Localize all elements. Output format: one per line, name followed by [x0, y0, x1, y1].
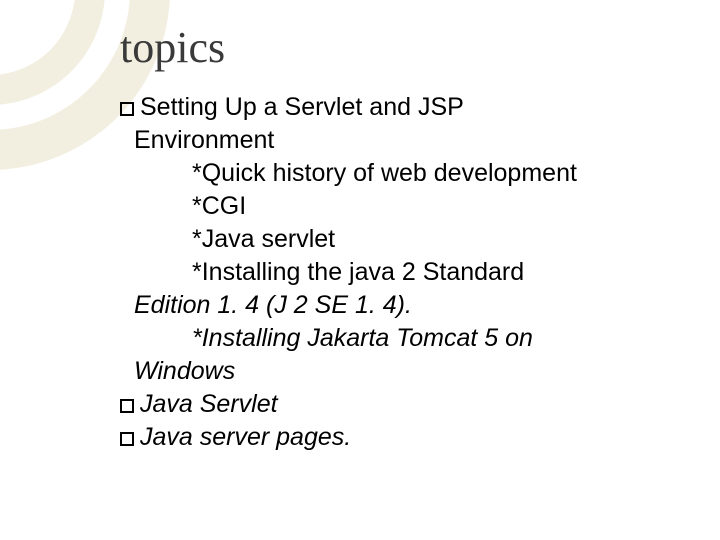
topic1-sub4b: Edition 1. 4 (J 2 SE 1. 4).: [120, 289, 670, 322]
topic1-heading-part1: Setting Up a Servlet and JSP: [140, 93, 464, 121]
topic3-text: Java server pages.: [140, 423, 351, 451]
slide-title: topics: [120, 22, 670, 73]
topic2-text: Java Servlet: [140, 390, 278, 418]
topic1-heading-part2: Environment: [120, 124, 670, 157]
bullet-box-icon: [120, 432, 134, 446]
slide-body: Setting Up a Servlet and JSP Environment…: [120, 91, 670, 454]
bullet-box-icon: [120, 102, 134, 116]
bullet-box-icon: [120, 399, 134, 413]
topic1-line1: Setting Up a Servlet and JSP: [120, 91, 670, 124]
topic3-line: Java server pages.: [120, 421, 670, 454]
topic1-sub5b: Windows: [120, 355, 670, 388]
topic2-line: Java Servlet: [120, 388, 670, 421]
topic1-sub5a: *Installing Jakarta Tomcat 5 on: [120, 322, 670, 355]
topic1-sub1: *Quick history of web development: [120, 157, 670, 190]
topic1-sub2: *CGI: [120, 190, 670, 223]
topic1-sub4a: *Installing the java 2 Standard: [120, 256, 670, 289]
slide-content: topics Setting Up a Servlet and JSP Envi…: [0, 0, 720, 540]
topic1-sub3: *Java servlet: [120, 223, 670, 256]
